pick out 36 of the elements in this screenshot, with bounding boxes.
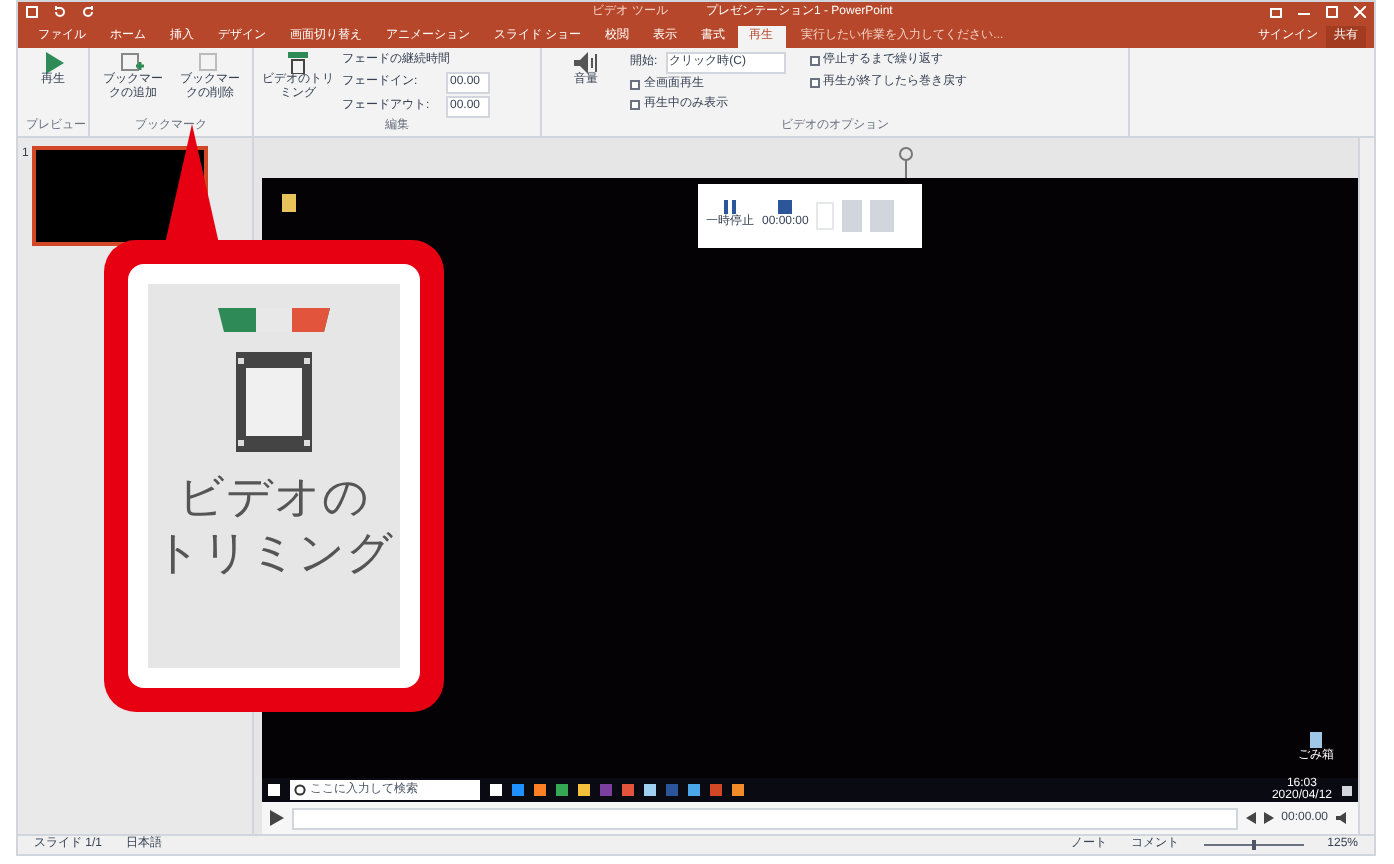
ribbon-display-icon[interactable] (1270, 7, 1282, 18)
notification-icon[interactable] (1342, 785, 1352, 795)
checkbox[interactable] (809, 56, 820, 66)
undo-icon[interactable] (54, 6, 66, 19)
back-button[interactable] (1245, 812, 1256, 824)
back-icon (1245, 812, 1256, 824)
add-bookmark-icon (120, 52, 145, 74)
checkbox[interactable] (630, 80, 640, 90)
start-icon[interactable] (268, 784, 280, 796)
checkbox[interactable] (630, 100, 640, 110)
minimize-icon[interactable] (1298, 7, 1310, 18)
recycle-bin-icon[interactable] (1310, 732, 1322, 748)
search-icon (294, 784, 306, 796)
pause-icon (724, 200, 736, 214)
volume-icon[interactable] (1336, 812, 1350, 824)
folder-icon[interactable] (282, 194, 296, 212)
pointer-button[interactable] (870, 200, 895, 232)
save-icon[interactable] (26, 6, 38, 19)
trim-video-icon (286, 52, 310, 74)
select-area-button[interactable] (816, 202, 835, 230)
close-icon[interactable] (1354, 6, 1366, 19)
redo-icon[interactable] (82, 6, 94, 19)
zoom-slider-thumb[interactable] (1251, 840, 1256, 850)
forward-icon (1263, 812, 1274, 824)
checkbox[interactable] (809, 78, 820, 88)
audio-button[interactable] (842, 200, 863, 232)
remove-bookmark-icon (197, 52, 222, 74)
volume-icon (574, 52, 598, 74)
stop-icon (778, 200, 793, 214)
forward-button[interactable] (1263, 812, 1274, 824)
scrollbar[interactable] (1358, 138, 1374, 834)
play-icon (43, 52, 63, 74)
video-trim-icon (212, 304, 336, 456)
play-button[interactable] (270, 810, 284, 826)
maximize-icon[interactable] (1326, 6, 1338, 19)
rotate-handle-icon[interactable] (898, 146, 914, 178)
